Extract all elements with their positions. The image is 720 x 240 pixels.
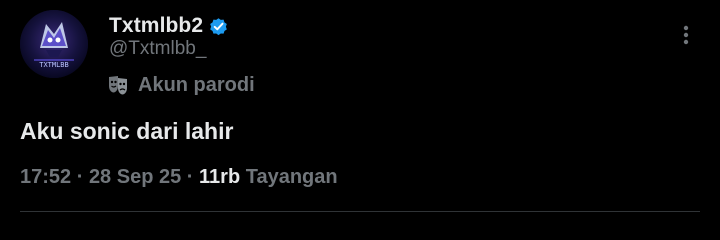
author-name-row: Txtmlbb2 [109, 12, 229, 40]
avatar[interactable]: TXTMLBB [20, 10, 88, 78]
author-handle[interactable]: @Txtmlbb_ [109, 38, 206, 60]
tweet-text: Aku sonic dari lahir [20, 118, 234, 144]
views-label[interactable]: Tayangan [246, 166, 338, 188]
tweet-date[interactable]: 28 Sep 25 [89, 166, 181, 188]
tweet-time[interactable]: 17:52 [20, 166, 71, 188]
parody-label-row: Akun parodi [106, 72, 255, 98]
more-options-button[interactable] [672, 20, 700, 50]
tweet-container: TXTMLBB Txtmlbb2 @Txtmlbb_ Akun parodi A… [0, 0, 720, 240]
avatar-logo-text: TXTMLBB [39, 61, 69, 69]
divider [20, 211, 700, 212]
verified-badge-icon[interactable] [208, 16, 229, 37]
avatar-image: TXTMLBB [20, 10, 88, 78]
theater-mask-icon [106, 73, 130, 97]
display-name[interactable]: Txtmlbb2 [109, 14, 203, 38]
tweet-meta: 17:52 · 28 Sep 25 · 11rb Tayangan [20, 166, 338, 189]
more-vertical-icon [683, 25, 689, 45]
parody-account-label: Akun parodi [138, 73, 255, 96]
meta-separator: · [71, 166, 89, 188]
meta-separator: · [181, 166, 200, 188]
views-count[interactable]: 11rb [199, 166, 240, 188]
